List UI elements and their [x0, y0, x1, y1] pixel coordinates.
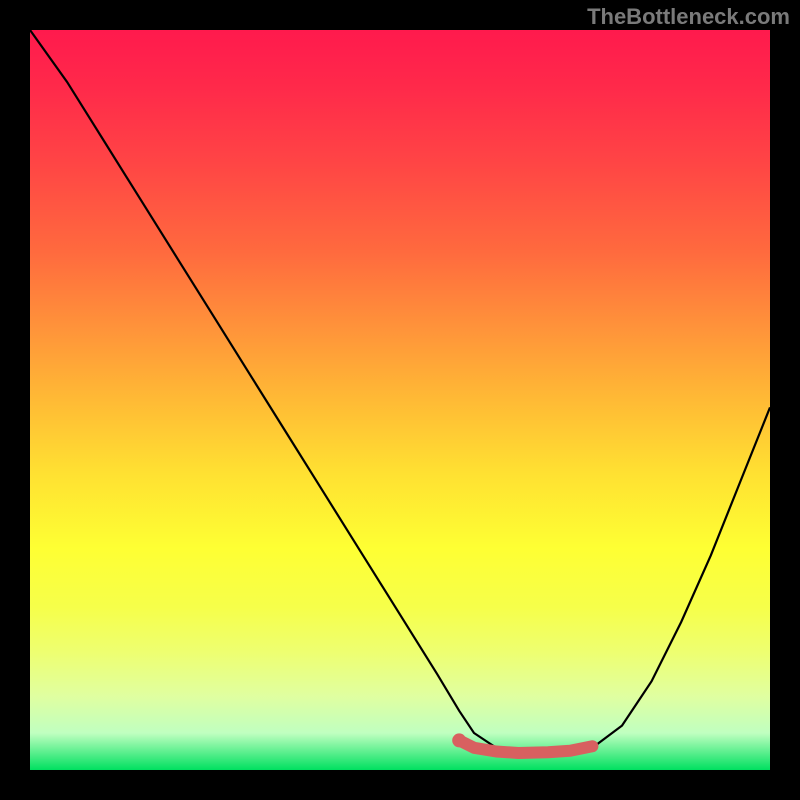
chart-overlay — [30, 30, 770, 770]
watermark-text: TheBottleneck.com — [587, 4, 790, 30]
plot-area — [30, 30, 770, 770]
bottleneck-curve-path — [30, 30, 770, 755]
optimal-range-marker-path — [459, 740, 592, 753]
optimal-range-start-dot — [452, 733, 466, 747]
